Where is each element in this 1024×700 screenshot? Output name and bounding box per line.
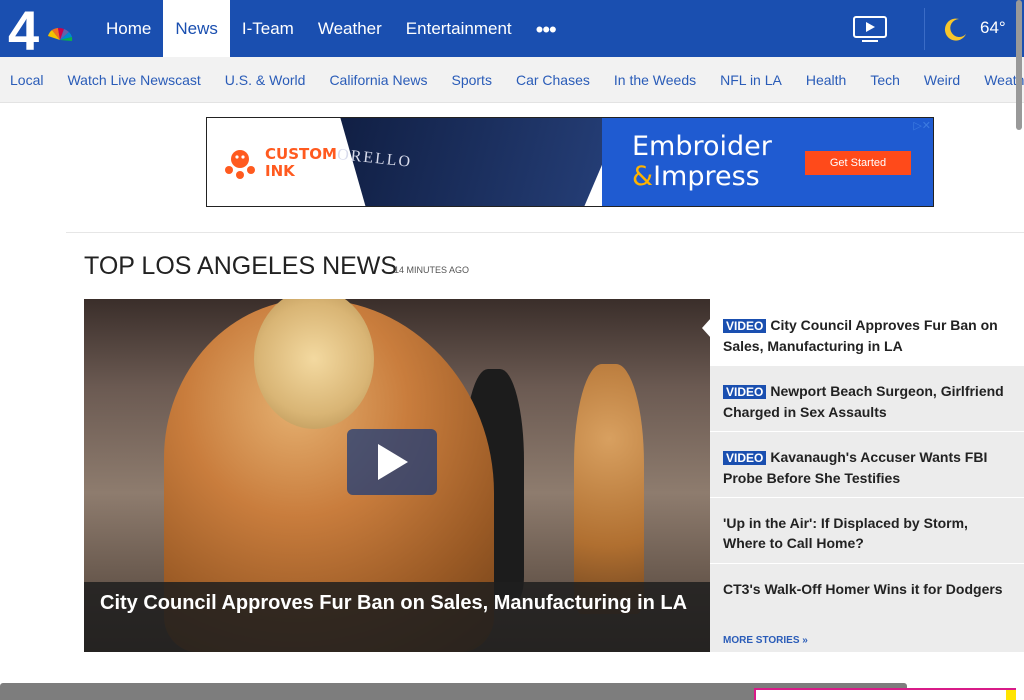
moon-icon[interactable] xyxy=(942,16,968,42)
temperature[interactable]: 64° xyxy=(980,18,1006,38)
video-badge: VIDEO xyxy=(723,451,767,465)
main-nav: Home News I-Team Weather Entertainment •… xyxy=(94,0,568,57)
story-title[interactable]: CT3's Walk-Off Homer Wins it for Dodgers xyxy=(723,581,1003,597)
more-menu-icon[interactable]: ••• xyxy=(524,0,568,57)
subnav-local[interactable]: Local xyxy=(0,72,55,88)
subnav-sports[interactable]: Sports xyxy=(439,72,503,88)
subnav-tech[interactable]: Tech xyxy=(858,72,912,88)
subnav-watch-live[interactable]: Watch Live Newscast xyxy=(55,72,212,88)
ad-brand: CUSTOM INK xyxy=(265,145,337,180)
nav-news[interactable]: News xyxy=(163,0,230,57)
story-title[interactable]: 'Up in the Air': If Displaced by Storm, … xyxy=(723,515,968,551)
active-story-pointer xyxy=(702,318,711,338)
svg-text:4: 4 xyxy=(8,4,39,54)
subnav-nfl[interactable]: NFL in LA xyxy=(708,72,794,88)
nbc4-logo[interactable]: 4 xyxy=(8,0,80,62)
nav-home[interactable]: Home xyxy=(94,0,163,57)
story-item[interactable]: VIDEO Kavanaugh's Accuser Wants FBI Probe… xyxy=(710,431,1024,497)
story-item[interactable]: VIDEO Newport Beach Surgeon, Girlfriend C… xyxy=(710,365,1024,431)
story-item[interactable]: 'Up in the Air': If Displaced by Storm, … xyxy=(710,497,1024,563)
ad-banner[interactable]: ORELLO CUSTOM INK Embroider &Impress Get… xyxy=(206,117,934,207)
custom-ink-logo-icon xyxy=(221,144,259,182)
play-button[interactable] xyxy=(347,429,437,495)
story-item[interactable]: CT3's Walk-Off Homer Wins it for Dodgers xyxy=(710,563,1024,627)
subnav-california[interactable]: California News xyxy=(317,72,439,88)
bottom-ad[interactable] xyxy=(754,688,1016,700)
scrollbar-thumb[interactable] xyxy=(1016,0,1022,130)
subnav-in-the-weeds[interactable]: In the Weeds xyxy=(602,72,708,88)
section-title: TOP LOS ANGELES NEWS xyxy=(84,252,398,280)
ad-close-icon[interactable]: ▷✕ xyxy=(913,119,931,132)
ad-get-started-button[interactable]: Get Started xyxy=(805,151,911,175)
play-icon xyxy=(378,444,408,480)
subnav-us-world[interactable]: U.S. & World xyxy=(213,72,318,88)
hero-caption-text[interactable]: City Council Approves Fur Ban on Sales, … xyxy=(100,592,700,614)
hero-caption[interactable]: City Council Approves Fur Ban on Sales, … xyxy=(84,582,710,652)
story-item[interactable]: VIDEO City Council Approves Fur Ban on Sa… xyxy=(710,299,1024,365)
video-badge: VIDEO xyxy=(723,385,767,399)
subnav-car-chases[interactable]: Car Chases xyxy=(504,72,602,88)
section-divider xyxy=(66,232,1024,233)
story-list: VIDEO City Council Approves Fur Ban on Sa… xyxy=(710,299,1024,652)
subnav-weird[interactable]: Weird xyxy=(912,72,972,88)
hero-video[interactable]: City Council Approves Fur Ban on Sales, … xyxy=(84,299,710,652)
subnav-health[interactable]: Health xyxy=(794,72,858,88)
nav-divider xyxy=(924,8,925,50)
section-timestamp: 14 MINUTES AGO xyxy=(394,265,470,275)
nav-i-team[interactable]: I-Team xyxy=(230,0,306,57)
video-badge: VIDEO xyxy=(723,319,767,333)
nav-weather[interactable]: Weather xyxy=(306,0,394,57)
more-stories-link[interactable]: MORE STORIES » xyxy=(723,635,808,646)
ad-headline: Embroider &Impress xyxy=(632,131,772,192)
sub-nav: Local Watch Live Newscast U.S. & World C… xyxy=(0,57,1024,103)
nav-entertainment[interactable]: Entertainment xyxy=(394,0,524,57)
top-nav-bar: 4 Home News I-Team Weather Entertainment… xyxy=(0,0,1024,62)
bottom-ad-accent xyxy=(1006,690,1016,700)
hero-photo-figure xyxy=(574,364,644,614)
live-tv-icon[interactable] xyxy=(852,15,888,43)
